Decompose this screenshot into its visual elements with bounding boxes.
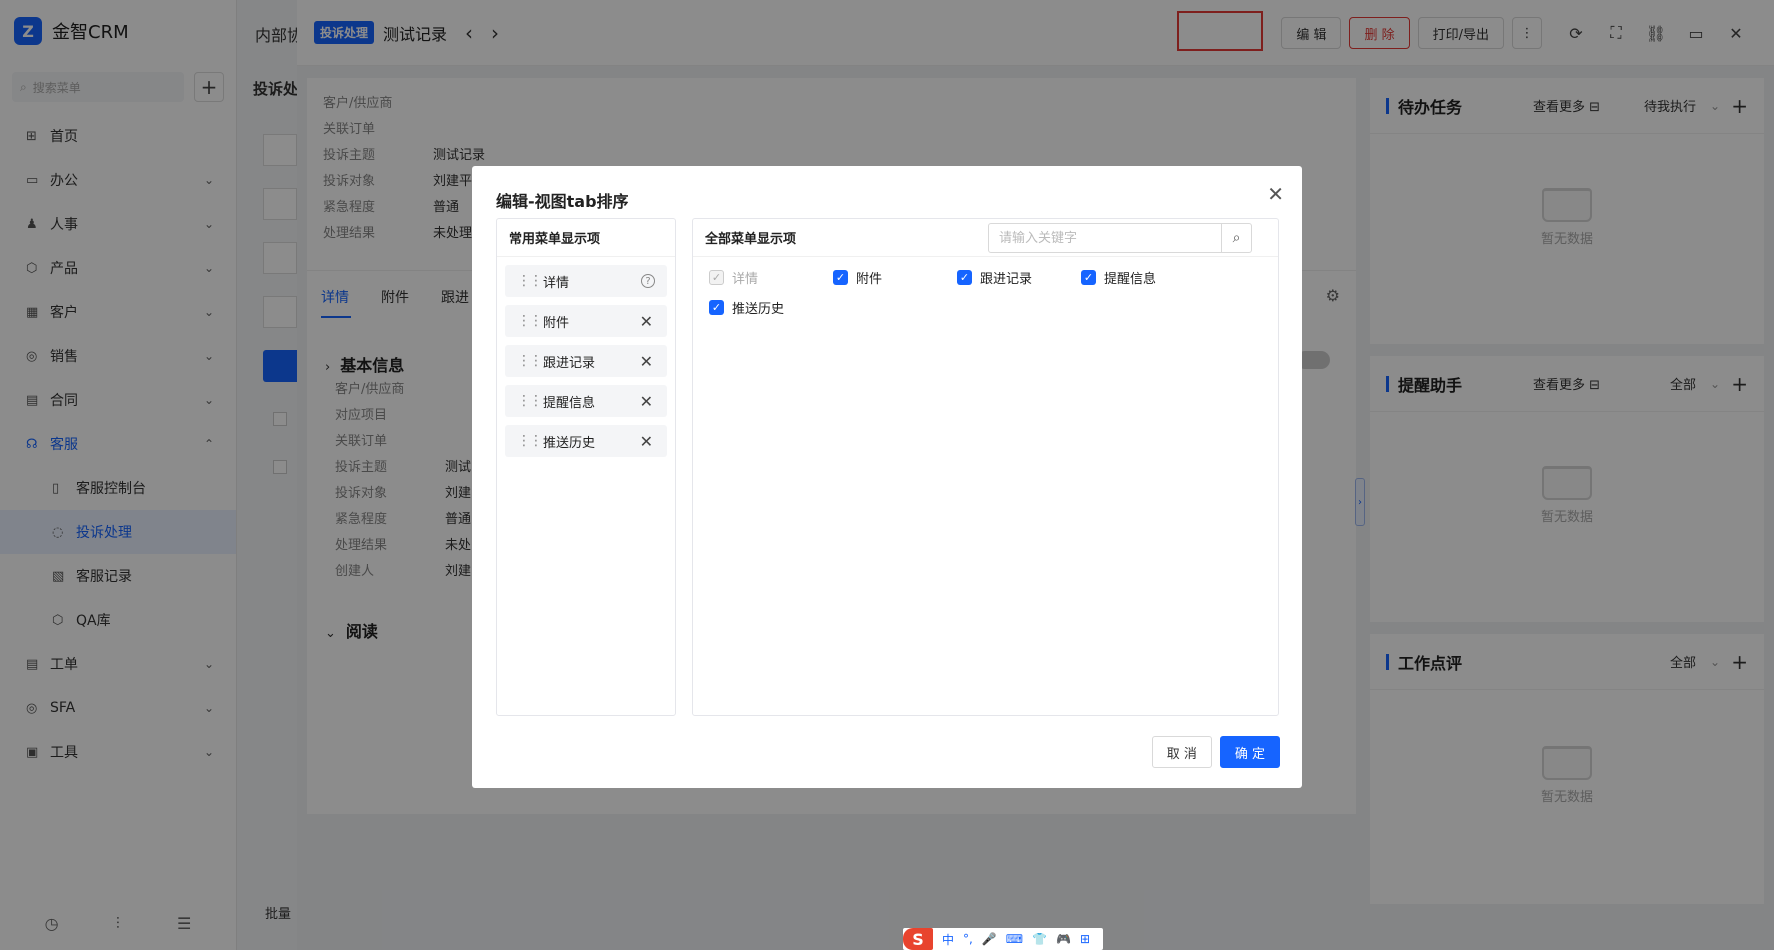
sort-item-label: 详情 (543, 275, 570, 291)
close-icon[interactable]: ✕ (1267, 182, 1284, 206)
sort-item[interactable]: ⋮⋮ 提醒信息 ✕ (505, 385, 667, 417)
menu-option-checkbox[interactable]: ✓ 附件 (833, 268, 882, 287)
common-menu-title: 常用菜单显示项 (497, 219, 675, 257)
option-label: 附件 (856, 272, 883, 287)
confirm-button[interactable]: 确 定 (1219, 736, 1280, 768)
checkbox-icon: ✓ (1081, 270, 1096, 285)
ime-tool-icon[interactable]: °, (963, 932, 973, 946)
sort-item-label: 附件 (543, 315, 570, 331)
sort-item[interactable]: ⋮⋮ 详情? (505, 265, 667, 297)
keyword-search-input[interactable] (989, 224, 1221, 252)
menu-option-checkbox: ✓ 详情 (709, 268, 758, 287)
dialog-footer: 取 消 确 定 (1144, 736, 1280, 768)
checkbox-icon: ✓ (709, 300, 724, 315)
sort-item[interactable]: ⋮⋮ 附件 ✕ (505, 305, 667, 337)
drag-handle-icon[interactable]: ⋮⋮ (517, 353, 543, 369)
drag-handle-icon[interactable]: ⋮⋮ (517, 313, 543, 329)
sort-item-label: 提醒信息 (543, 395, 596, 411)
drag-handle-icon[interactable]: ⋮⋮ (517, 433, 543, 449)
sort-item[interactable]: ⋮⋮ 跟进记录 ✕ (505, 345, 667, 377)
checkbox-icon: ✓ (957, 270, 972, 285)
remove-icon[interactable]: ✕ (640, 392, 653, 411)
ime-tool-icon[interactable]: 🎤 (982, 932, 997, 946)
help-icon[interactable]: ? (641, 274, 655, 288)
common-menu-pane: 常用菜单显示项 ⋮⋮ 详情? ⋮⋮ 附件 ✕ ⋮⋮ 跟进记录 ✕ ⋮⋮ 提醒信息 ✕ ⋮⋮ 推送历史 ✕ (496, 218, 676, 716)
sort-item-label: 跟进记录 (543, 355, 596, 371)
ime-tool-icon[interactable]: ⌨ (1006, 932, 1023, 946)
drag-handle-icon[interactable]: ⋮⋮ (517, 273, 543, 289)
remove-icon[interactable]: ✕ (640, 432, 653, 451)
cancel-button[interactable]: 取 消 (1151, 736, 1212, 768)
ime-tool-icon[interactable]: 🎮 (1056, 932, 1071, 946)
sort-list: ⋮⋮ 详情? ⋮⋮ 附件 ✕ ⋮⋮ 跟进记录 ✕ ⋮⋮ 提醒信息 ✕ ⋮⋮ 推送历史 ✕ (497, 265, 675, 457)
drag-handle-icon[interactable]: ⋮⋮ (517, 393, 543, 409)
remove-icon[interactable]: ✕ (640, 352, 653, 371)
dialog-title: 编辑-视图tab排序 (496, 192, 629, 211)
checkbox-icon: ✓ (833, 270, 848, 285)
ime-tool-icon[interactable]: ⊞ (1080, 932, 1090, 946)
menu-option-checkbox[interactable]: ✓ 跟进记录 (957, 268, 1032, 287)
option-label: 提醒信息 (1104, 272, 1157, 287)
remove-icon[interactable]: ✕ (640, 312, 653, 331)
ime-logo-icon[interactable]: S (903, 928, 933, 950)
sort-item-label: 推送历史 (543, 435, 596, 451)
ime-toolbar: S 中 °, 🎤 ⌨ 👕 🎮 ⊞ (903, 928, 1103, 950)
keyword-search: ⌕ (988, 223, 1252, 253)
checkbox-icon: ✓ (709, 270, 724, 285)
option-label: 推送历史 (732, 302, 785, 317)
sort-item[interactable]: ⋮⋮ 推送历史 ✕ (505, 425, 667, 457)
menu-option-checkbox[interactable]: ✓ 推送历史 (709, 298, 784, 317)
tab-sort-dialog: 编辑-视图tab排序 ✕ 常用菜单显示项 ⋮⋮ 详情? ⋮⋮ 附件 ✕ ⋮⋮ 跟进记录 ✕ ⋮⋮… (472, 166, 1302, 788)
ime-tool-icon[interactable]: 中 (942, 931, 954, 948)
menu-option-checkbox[interactable]: ✓ 提醒信息 (1081, 268, 1156, 287)
all-menu-pane: 全部菜单显示项 ⌕ ✓详情✓附件✓跟进记录✓提醒信息✓推送历史 (692, 218, 1279, 716)
option-label: 详情 (732, 272, 759, 287)
ime-tool-icon[interactable]: 👕 (1032, 932, 1047, 946)
option-label: 跟进记录 (980, 272, 1033, 287)
search-icon[interactable]: ⌕ (1221, 224, 1251, 252)
